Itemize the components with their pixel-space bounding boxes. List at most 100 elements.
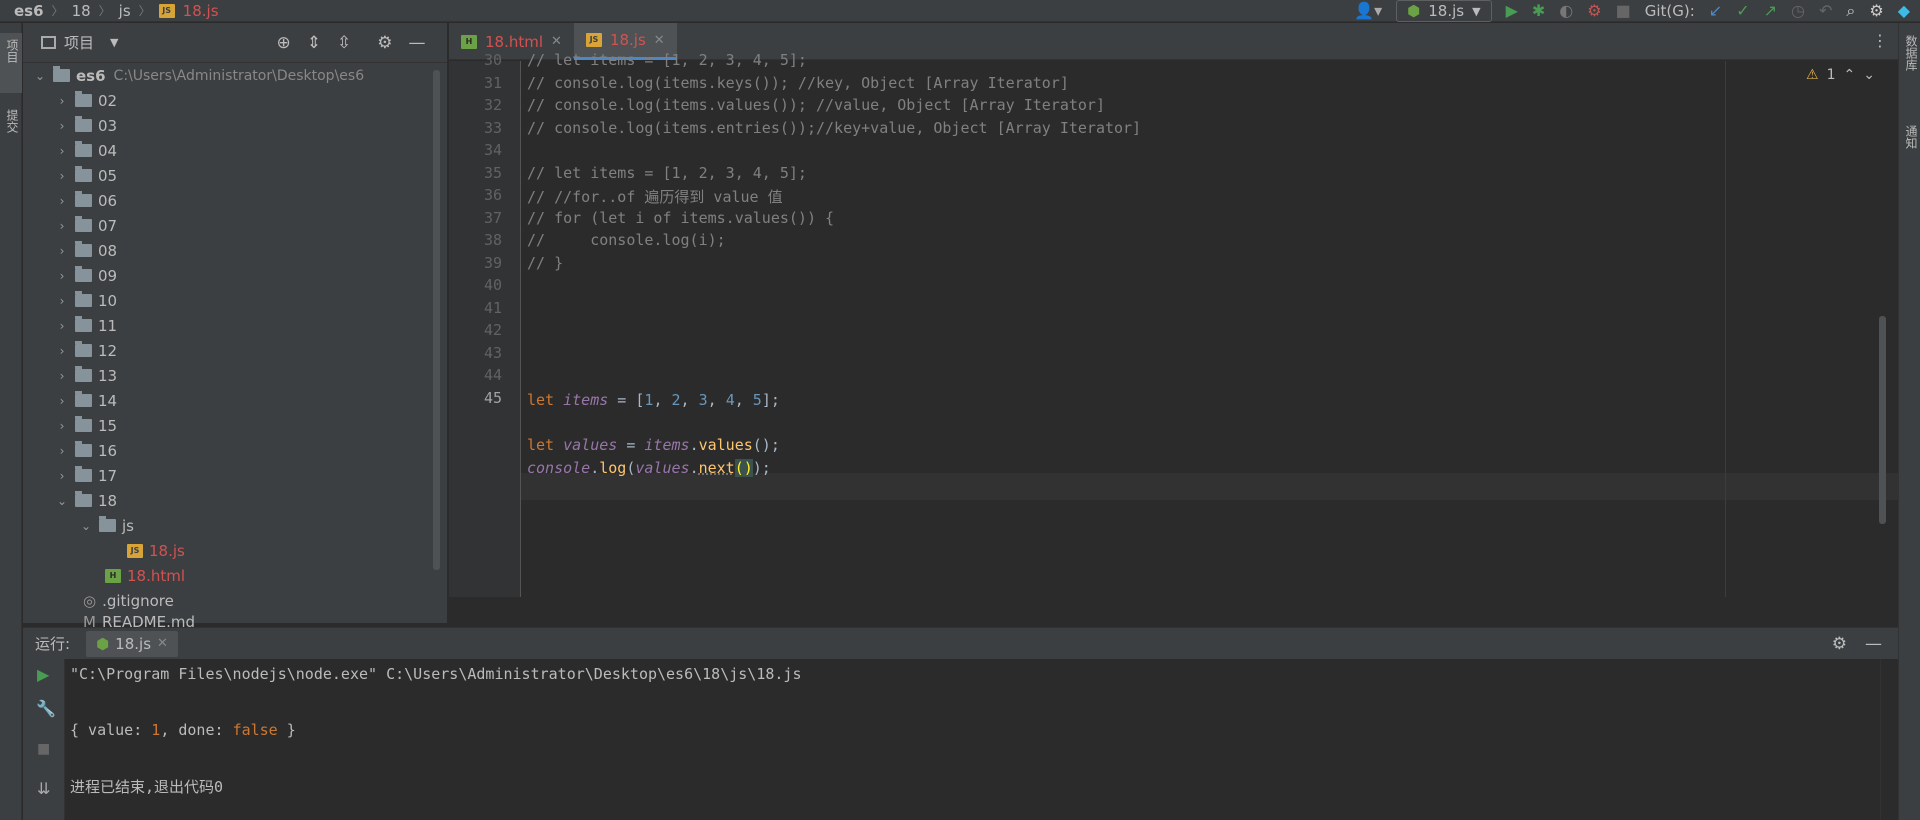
- chevron-right-icon[interactable]: ›: [53, 344, 71, 358]
- chevron-right-icon[interactable]: ›: [53, 194, 71, 208]
- chevron-right-icon[interactable]: ›: [53, 269, 71, 283]
- commit-tool-label: 提交: [5, 109, 19, 133]
- rollback-icon[interactable]: ↶: [1819, 0, 1832, 22]
- tree-item-label: 04: [98, 141, 118, 160]
- close-icon[interactable]: ✕: [551, 34, 562, 49]
- wrench-icon[interactable]: 🔧: [36, 699, 56, 718]
- search-icon[interactable]: ⌕: [1846, 0, 1855, 22]
- tree-item-folder[interactable]: › 08: [23, 238, 447, 263]
- stop-icon[interactable]: ■: [37, 741, 50, 757]
- chevron-right-icon[interactable]: ›: [53, 244, 71, 258]
- tree-item-js[interactable]: ⌄ js: [23, 513, 447, 538]
- breadcrumb-item[interactable]: es6: [14, 2, 44, 20]
- tree-item-folder[interactable]: › 02: [23, 88, 447, 113]
- tree-item-js-file[interactable]: JS 18.js: [23, 538, 447, 563]
- project-panel-title[interactable]: 项目: [64, 32, 94, 53]
- stop-icon[interactable]: ■: [1616, 0, 1631, 22]
- tree-item-folder[interactable]: › 12: [23, 338, 447, 363]
- tree-item-folder[interactable]: › 03: [23, 113, 447, 138]
- tree-item-folder[interactable]: › 10: [23, 288, 447, 313]
- chevron-down-icon[interactable]: ⌄: [31, 69, 49, 83]
- tree-item-label: 11: [98, 316, 118, 335]
- scroll-to-end-icon[interactable]: ⇊: [37, 779, 50, 798]
- chevron-right-icon[interactable]: ›: [53, 419, 71, 433]
- collapse-all-icon[interactable]: ⇳: [337, 33, 351, 53]
- breadcrumb-file[interactable]: 18.js: [183, 2, 219, 20]
- chevron-up-icon[interactable]: ⌃: [1843, 67, 1855, 83]
- coverage-icon[interactable]: ◐: [1559, 0, 1573, 22]
- chevron-right-icon[interactable]: ›: [53, 469, 71, 483]
- node-icon: ⬢: [96, 634, 110, 653]
- run-icon[interactable]: ▶: [1506, 0, 1518, 22]
- tree-item-folder[interactable]: › 13: [23, 363, 447, 388]
- chevron-right-icon[interactable]: ›: [53, 169, 71, 183]
- number-literal: 4: [725, 391, 735, 409]
- chevron-down-icon[interactable]: ⌄: [53, 494, 71, 508]
- chevron-right-icon[interactable]: ›: [53, 219, 71, 233]
- chevron-right-icon[interactable]: ›: [53, 319, 71, 333]
- debug-icon[interactable]: ✱: [1532, 0, 1545, 22]
- expand-all-icon[interactable]: ⇕: [307, 33, 321, 53]
- chevron-down-icon[interactable]: ⌄: [77, 519, 95, 533]
- user-icon[interactable]: 👤▾: [1354, 0, 1382, 22]
- locate-icon[interactable]: ⊕: [276, 33, 290, 53]
- breadcrumb-item[interactable]: js: [119, 2, 131, 20]
- console-scrollbar[interactable]: [1880, 659, 1898, 820]
- more-options-icon[interactable]: ⋮: [1872, 31, 1888, 50]
- git-commit-icon[interactable]: ✓: [1736, 0, 1749, 22]
- tree-item-folder[interactable]: › 06: [23, 188, 447, 213]
- database-tool-button[interactable]: 数据库: [1899, 31, 1920, 101]
- chevron-right-icon[interactable]: ›: [53, 119, 71, 133]
- project-tool-button[interactable]: 项目: [0, 33, 22, 93]
- tree-item-folder[interactable]: ⌄ 18: [23, 488, 447, 513]
- folder-icon: [75, 116, 92, 132]
- tree-item-folder[interactable]: › 07: [23, 213, 447, 238]
- notifications-tool-button[interactable]: 通知: [1899, 121, 1920, 181]
- folder-icon: [53, 66, 70, 82]
- tree-item-folder[interactable]: › 15: [23, 413, 447, 438]
- run-configuration-select[interactable]: ⬢ 18.js ▼: [1396, 0, 1492, 22]
- ide-logo-icon[interactable]: ◆: [1898, 0, 1910, 22]
- history-icon[interactable]: ◷: [1791, 0, 1805, 22]
- tree-item-folder[interactable]: › 17: [23, 463, 447, 488]
- close-icon[interactable]: ✕: [654, 33, 665, 48]
- rerun-icon[interactable]: ▶: [37, 665, 49, 684]
- chevron-right-icon[interactable]: ›: [53, 394, 71, 408]
- number-literal: 2: [671, 391, 681, 409]
- close-icon[interactable]: ✕: [157, 636, 168, 651]
- git-push-icon[interactable]: ↗: [1764, 0, 1777, 22]
- chevron-down-icon[interactable]: ▼: [110, 36, 118, 49]
- tree-item-gitignore[interactable]: ◎ .gitignore: [23, 588, 447, 613]
- run-tab[interactable]: ⬢ 18.js ✕: [86, 630, 178, 657]
- editor-scrollbar[interactable]: [1879, 316, 1886, 524]
- tree-item-html-file[interactable]: H 18.html: [23, 563, 447, 588]
- chevron-right-icon[interactable]: ›: [53, 294, 71, 308]
- chevron-right-icon[interactable]: ›: [53, 444, 71, 458]
- tree-item-root[interactable]: ⌄ es6 C:\Users\Administrator\Desktop\es6: [23, 63, 447, 88]
- chevron-right-icon[interactable]: ›: [53, 94, 71, 108]
- chevron-right-icon[interactable]: ›: [53, 144, 71, 158]
- chevron-right-icon[interactable]: ›: [53, 369, 71, 383]
- minimize-icon[interactable]: —: [1865, 634, 1882, 654]
- chevron-down-icon[interactable]: ⌄: [1863, 67, 1875, 83]
- tree-item-folder[interactable]: › 14: [23, 388, 447, 413]
- tree-item-folder[interactable]: › 05: [23, 163, 447, 188]
- tree-item-folder[interactable]: › 16: [23, 438, 447, 463]
- inspection-widget[interactable]: ⚠ 1 ⌃ ⌄: [1806, 67, 1875, 83]
- commit-tool-button[interactable]: 提交: [0, 103, 22, 163]
- console-output[interactable]: "C:\Program Files\nodejs\node.exe" C:\Us…: [66, 659, 1879, 820]
- profile-icon[interactable]: ⚙: [1587, 0, 1601, 22]
- settings-icon[interactable]: ⚙: [1869, 0, 1883, 22]
- code-line-42: let items = [1, 2, 3, 4, 5];: [527, 391, 780, 409]
- tree-item-folder[interactable]: › 11: [23, 313, 447, 338]
- gear-icon[interactable]: ⚙: [377, 33, 392, 53]
- code-editor[interactable]: 30 31 32 33 34 35 36 37 38 39 40 41 42 43 44 45 ⚠ 1 ⌃ ⌄…: [449, 51, 1898, 597]
- git-update-icon[interactable]: ↙: [1709, 0, 1722, 22]
- gear-icon[interactable]: ⚙: [1832, 634, 1847, 654]
- tree-item-folder[interactable]: › 09: [23, 263, 447, 288]
- minimize-icon[interactable]: —: [408, 33, 425, 53]
- project-scrollbar[interactable]: [433, 70, 440, 570]
- breadcrumb-item[interactable]: 18: [72, 2, 91, 20]
- tree-item-folder[interactable]: › 04: [23, 138, 447, 163]
- folder-icon: [75, 416, 92, 432]
